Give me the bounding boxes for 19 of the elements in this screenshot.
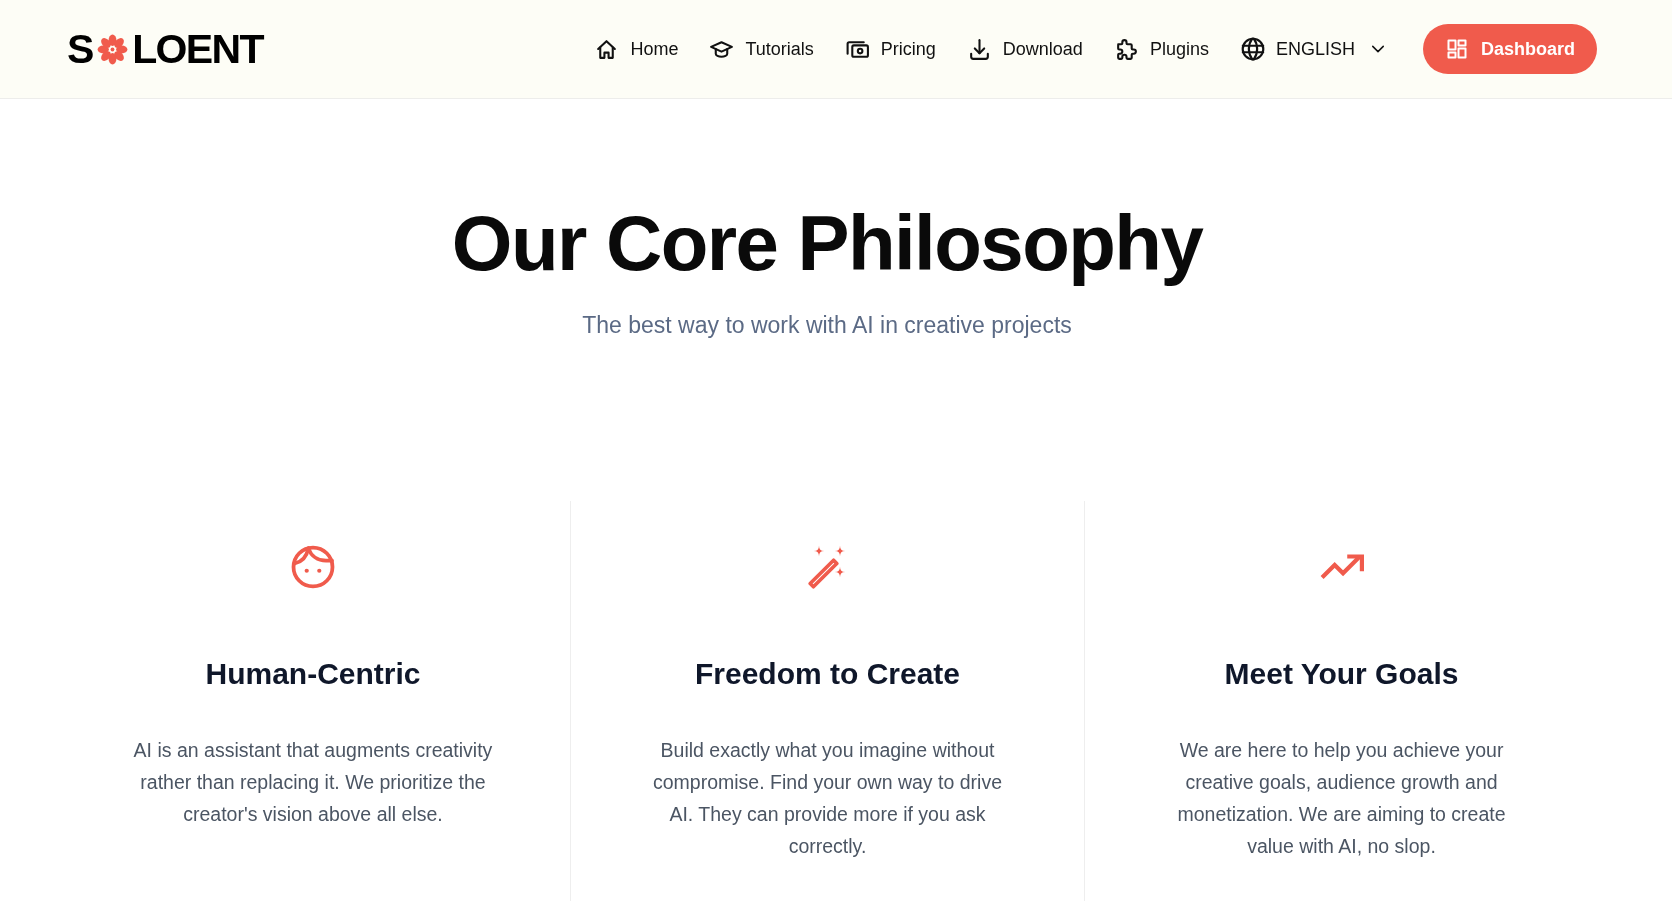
logo-text: LOENT	[132, 28, 263, 70]
page-subtitle: The best way to work with AI in creative projects	[582, 311, 1072, 340]
nav-link[interactable]: Home	[594, 36, 679, 62]
feature-title: Meet Your Goals	[1224, 656, 1459, 692]
trend-arrow-icon	[1319, 553, 1364, 581]
feature-title: Freedom to Create	[694, 656, 961, 692]
nav-link[interactable]: Plugins	[1113, 36, 1209, 62]
nav-link[interactable]: Tutorials	[709, 36, 814, 62]
face-icon	[291, 545, 335, 589]
nav-link[interactable]: Download	[966, 36, 1083, 62]
language-selector[interactable]: ENGLISH	[1239, 35, 1387, 63]
feature-description: Build exactly what you imagine without compromise. Find your own way to drive AI. They can provide more if you ask correctly.	[652, 738, 1003, 859]
logo-text: S	[67, 28, 94, 70]
flower-icon	[96, 32, 130, 66]
feature-description: AI is an assistant that augments creativity rather than replacing it. We prioritize the creator's vision above all else.	[132, 738, 494, 827]
nav-link[interactable]: Pricing	[844, 36, 936, 62]
globe-icon	[1239, 36, 1266, 62]
feature-description: We are here to help you achieve your creative goals, audience growth and monetization. We are aiming to create value with AI, no slop.	[1176, 738, 1507, 859]
feature-title: Human-Centric	[205, 656, 421, 692]
